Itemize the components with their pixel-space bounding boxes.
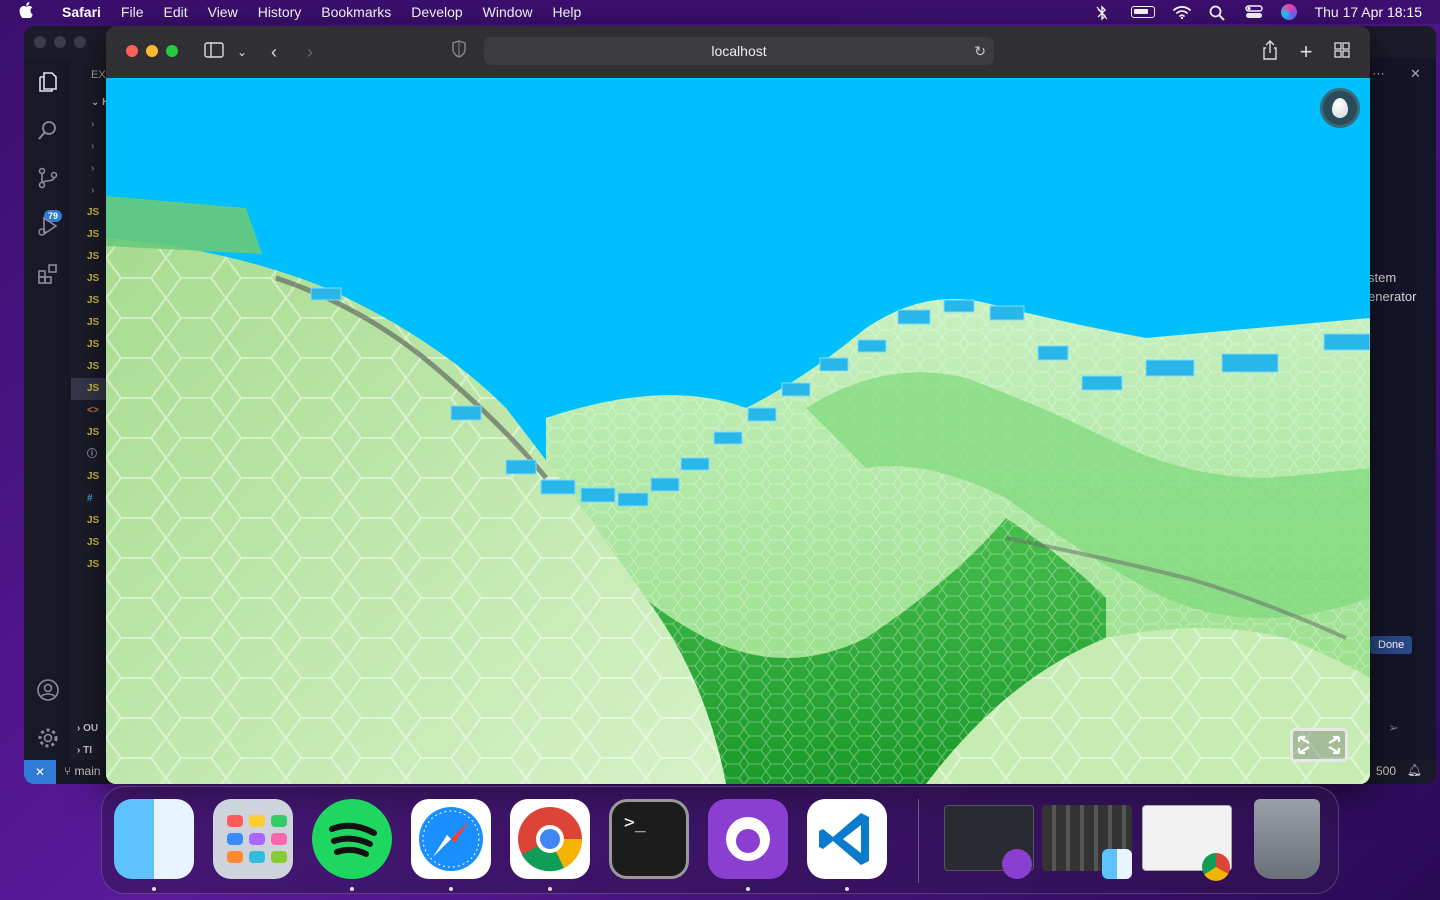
source-control-icon[interactable] bbox=[35, 166, 61, 192]
menu-app-name[interactable]: Safari bbox=[52, 4, 111, 20]
forward-button[interactable]: › bbox=[298, 40, 322, 64]
minimize-window-button[interactable] bbox=[146, 45, 158, 57]
remote-icon[interactable]: ✕ bbox=[24, 760, 56, 784]
dock-separator bbox=[918, 799, 919, 883]
apple-menu-icon[interactable] bbox=[0, 1, 52, 23]
spotify-icon[interactable] bbox=[312, 799, 392, 879]
settings-gear-icon[interactable] bbox=[35, 726, 61, 752]
webgl-terrain-viewport[interactable] bbox=[106, 78, 1370, 784]
running-indicator bbox=[845, 887, 849, 891]
wifi-icon[interactable] bbox=[1172, 5, 1191, 20]
running-indicator bbox=[152, 887, 156, 891]
terminal-icon[interactable]: >_ bbox=[609, 799, 689, 879]
branch-indicator[interactable]: ⑂ main bbox=[64, 764, 101, 778]
running-indicator bbox=[548, 887, 552, 891]
chrome-badge-icon bbox=[1202, 853, 1230, 881]
run-debug-icon[interactable] bbox=[35, 214, 61, 240]
voxel-terrain-render bbox=[106, 196, 1370, 784]
done-button[interactable]: Done bbox=[1370, 636, 1413, 654]
send-icon[interactable]: ➢ bbox=[1388, 720, 1399, 736]
timeline-label: TI bbox=[83, 745, 92, 756]
spotlight-search-icon[interactable] bbox=[1209, 5, 1227, 21]
avatar-orb-button[interactable] bbox=[1320, 88, 1360, 128]
finder-icon[interactable] bbox=[114, 799, 194, 879]
explorer-icon[interactable] bbox=[35, 70, 61, 96]
zoom-window-button[interactable] bbox=[166, 45, 178, 57]
back-button[interactable]: ‹ bbox=[262, 40, 286, 64]
close-window-button[interactable] bbox=[126, 45, 138, 57]
github-desktop-icon[interactable] bbox=[708, 799, 788, 879]
expand-arrows-icon bbox=[1297, 735, 1341, 755]
tab-overview-icon[interactable] bbox=[1330, 40, 1354, 64]
dock: >_ bbox=[101, 786, 1339, 894]
account-icon[interactable] bbox=[35, 678, 61, 704]
address-bar-url: localhost bbox=[711, 43, 767, 59]
menubar-clock[interactable]: Thu 17 Apr 18:15 bbox=[1315, 4, 1422, 20]
vscode-icon[interactable] bbox=[807, 799, 887, 879]
search-icon[interactable] bbox=[35, 118, 61, 144]
new-tab-icon[interactable]: + bbox=[1294, 40, 1318, 64]
vscode-zoom-button[interactable] bbox=[74, 36, 86, 48]
vscode-minimize-button[interactable] bbox=[54, 36, 66, 48]
menu-file[interactable]: File bbox=[111, 4, 154, 20]
safari-toolbar: ⌄ ‹ › localhost ↻ + bbox=[106, 26, 1370, 78]
siri-icon[interactable] bbox=[1280, 4, 1297, 20]
trash-icon[interactable] bbox=[1254, 799, 1320, 879]
github-desktop-badge-icon bbox=[1002, 849, 1032, 879]
privacy-shield-icon[interactable] bbox=[452, 40, 468, 60]
safari-window: ⌄ ‹ › localhost ↻ + bbox=[106, 26, 1370, 784]
chevron-down-icon[interactable]: ⌄ bbox=[230, 40, 254, 64]
chat-text-line: stem bbox=[1368, 270, 1397, 285]
reload-icon[interactable]: ↻ bbox=[974, 37, 986, 65]
menu-window[interactable]: Window bbox=[473, 4, 543, 20]
branch-name: main bbox=[74, 764, 101, 778]
share-icon[interactable] bbox=[1258, 40, 1282, 66]
menu-bar: Safari File Edit View History Bookmarks … bbox=[0, 0, 1440, 24]
status-item[interactable]: 500 bbox=[1376, 764, 1396, 778]
more-actions-icon[interactable]: ⋯ bbox=[1372, 66, 1385, 82]
chat-text-line: enerator bbox=[1368, 289, 1417, 304]
finder-badge-icon bbox=[1102, 849, 1132, 879]
close-panel-icon[interactable]: ✕ bbox=[1410, 66, 1421, 82]
bluetooth-icon[interactable] bbox=[1095, 5, 1113, 21]
fullscreen-button[interactable] bbox=[1290, 728, 1348, 762]
launchpad-icon[interactable] bbox=[213, 799, 293, 879]
battery-icon[interactable] bbox=[1130, 6, 1155, 18]
control-center-icon[interactable] bbox=[1244, 5, 1263, 19]
address-bar[interactable]: localhost ↻ bbox=[484, 37, 994, 65]
running-indicator bbox=[746, 887, 750, 891]
timeline-section[interactable]: › TI bbox=[71, 740, 92, 762]
status-menus: Thu 17 Apr 18:15 bbox=[1095, 4, 1440, 21]
notifications-bell-icon[interactable]: 🔔︎ bbox=[1407, 763, 1422, 777]
running-indicator bbox=[350, 887, 354, 891]
egg-icon bbox=[1332, 98, 1348, 118]
menu-develop[interactable]: Develop bbox=[401, 4, 472, 20]
menu-view[interactable]: View bbox=[198, 4, 248, 20]
outline-section[interactable]: › OU bbox=[71, 718, 98, 740]
activity-bar: 79 bbox=[24, 58, 71, 760]
extensions-icon[interactable] bbox=[35, 262, 61, 288]
menu-edit[interactable]: Edit bbox=[153, 4, 197, 20]
running-indicator bbox=[449, 887, 453, 891]
chrome-icon[interactable] bbox=[510, 799, 590, 879]
menu-help[interactable]: Help bbox=[542, 4, 591, 20]
vscode-close-button[interactable] bbox=[34, 36, 46, 48]
terminal-prompt-icon: >_ bbox=[624, 812, 646, 833]
menu-bookmarks[interactable]: Bookmarks bbox=[311, 4, 401, 20]
menu-history[interactable]: History bbox=[248, 4, 312, 20]
outline-label: OU bbox=[83, 723, 99, 734]
sidebar-toggle-icon[interactable] bbox=[202, 40, 226, 64]
safari-icon[interactable] bbox=[411, 799, 491, 879]
vscode-chat-panel: ⋯ ✕ stem enerator Done ➢ bbox=[1366, 58, 1436, 760]
